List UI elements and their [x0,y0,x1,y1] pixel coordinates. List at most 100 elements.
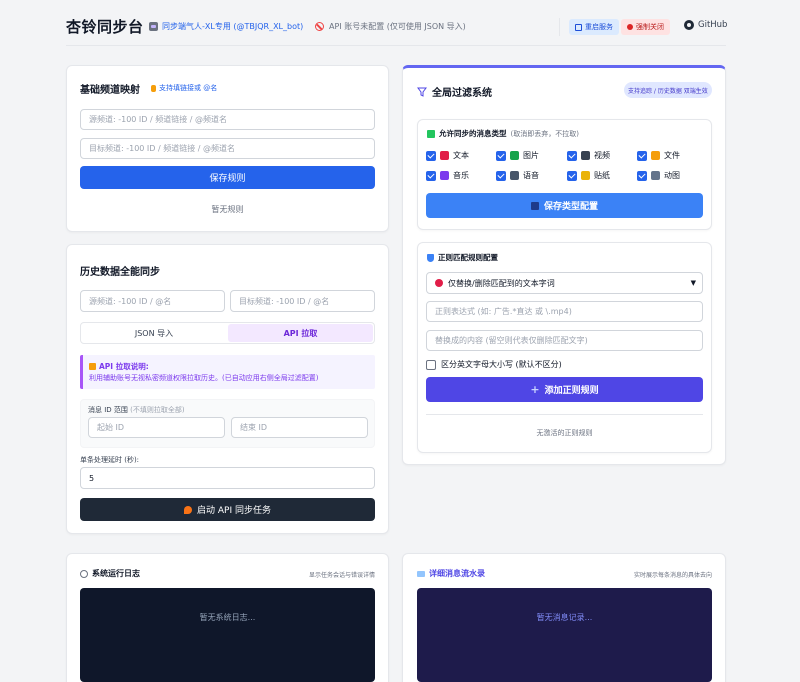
global-filter-header: 全局过滤系统 [417,84,492,99]
start-api-sync-button[interactable]: 启动 API 同步任务 [80,498,375,521]
magnifier-icon [80,569,88,578]
tab-api-pull[interactable]: API 拉取 [228,324,373,342]
ban-icon [315,22,324,31]
save-types-button[interactable]: 保存类型配置 [426,193,703,218]
system-log-console[interactable]: 暂无系统日志... [80,588,375,682]
message-flow-hint: 实时展示每条消息的具体去向 [633,572,712,579]
system-log-header: 系统运行日志 [80,568,140,579]
type-icon [651,151,660,160]
restart-service-button[interactable]: 重启服务 [569,19,619,35]
history-sync-card [66,244,389,534]
type-option-5[interactable]: 语音 [496,170,539,181]
global-filter-title: 全局过滤系统 [432,88,492,99]
case-sensitive-checkbox[interactable] [426,359,436,370]
system-log-title: 系统运行日志 [92,569,140,578]
regex-header: 正则匹配规则配置 [427,252,498,263]
bulb-icon [151,84,156,92]
regex-pattern-input[interactable]: 正则表达式 (如: 广告.*直达 或 \.mp4) [426,301,703,322]
history-source-input[interactable]: 源频道: -100 ID / @名 [80,290,225,312]
regex-mode-select[interactable]: 仅替换/删除匹配到的文本字词 ▼ [426,272,703,294]
type-icon [510,171,519,180]
source-channel-input[interactable]: 源频道: -100 ID / 频道链接 / @频道名 [80,109,375,130]
filter-icon [417,87,427,97]
add-regex-rule-label: 添加正则规则 [544,386,599,396]
message-flow-console[interactable]: 暂无消息记录... [417,588,712,682]
add-regex-rule-button[interactable]: + 添加正则规则 [426,377,703,402]
type-option-0[interactable]: 文本 [426,150,469,161]
type-option-6[interactable]: 贴纸 [567,170,610,181]
api-note-title: API 拉取说明: [89,361,149,372]
type-label: 语音 [523,171,539,180]
github-label: GitHub [698,20,728,30]
case-sensitive-toggle[interactable]: 区分英文字母大小写 (默认不区分) [426,359,562,370]
api-note-text: 利用辅助账号无视私密频道权限拉取历史。(已自动应用右侧全局过滤配置) [89,374,319,382]
app-title: 杏铃同步台 [66,18,144,36]
bot-badge[interactable]: 同步端气人-XL专用 (@TBJQR_XL_bot) [149,21,303,32]
type-checkbox[interactable] [637,170,647,181]
global-filter-badge: 支持追踪 / 历史数据 双端生效 [624,82,712,98]
start-id-input[interactable]: 起始 ID [88,417,225,438]
type-label: 视频 [594,151,610,160]
type-checkbox[interactable] [496,170,506,181]
type-option-3[interactable]: 文件 [637,150,680,161]
message-flow-header: 详细消息流水录 [417,568,485,579]
type-checkbox[interactable] [426,170,436,181]
type-checkbox[interactable] [426,150,436,161]
github-link[interactable]: GitHub [684,20,727,30]
type-label: 贴纸 [594,171,610,180]
header-separator [66,45,726,46]
key-icon [89,363,96,370]
message-flow-empty: 暂无消息记录... [536,613,593,622]
inbox-icon [417,570,425,577]
api-note-title-text: API 拉取说明: [99,362,149,371]
server-icon [575,23,582,31]
type-option-7[interactable]: 动图 [637,170,680,181]
delay-label: 单条处理延时 (秒): [80,456,140,464]
id-range-hint: (不填则拉取全部) [130,406,185,414]
regex-divider [426,414,703,415]
type-checkbox[interactable] [496,150,506,161]
target-icon [435,279,443,287]
regex-title: 正则匹配规则配置 [438,253,498,262]
type-label: 动图 [664,171,680,180]
type-checkbox[interactable] [567,170,577,181]
restart-service-label: 重启服务 [585,23,613,31]
start-api-sync-label: 启动 API 同步任务 [197,506,271,516]
force-close-button[interactable]: 强制关闭 [621,19,670,35]
channel-map-hint-text: 支持填链接或 @名 [159,84,218,92]
api-status: API 账号未配置 (仅可使用 JSON 导入) [315,21,466,32]
type-checkbox[interactable] [637,150,647,161]
api-status-label: API 账号未配置 (仅可使用 JSON 导入) [329,22,466,31]
target-channel-input[interactable]: 目标频道: -100 ID / 频道链接 / @频道名 [80,138,375,159]
type-icon [510,151,519,160]
type-option-2[interactable]: 视频 [567,150,610,161]
type-checkbox[interactable] [567,150,577,161]
chevron-down-icon: ▼ [690,279,696,287]
bot-icon [149,22,158,31]
system-log-hint: 显示任务会话与错误详情 [308,572,375,579]
type-option-4[interactable]: 音乐 [426,170,469,181]
type-option-1[interactable]: 图片 [496,150,539,161]
allowed-types-hint: (取消即丢弃，不拉取) [510,129,579,138]
github-icon [684,20,694,30]
save-rule-button[interactable]: 保存规则 [80,166,375,189]
type-icon [440,151,449,160]
floppy-icon [530,201,539,210]
replace-text-input[interactable]: 替换成的内容 (留空则代表仅删除匹配文字) [426,330,703,351]
delay-input[interactable]: 5 [80,467,375,489]
case-sensitive-label: 区分英文字母大小写 (默认不区分) [441,360,562,369]
type-label: 文本 [453,151,469,160]
header-divider [559,18,560,36]
force-close-label: 强制关闭 [636,23,664,31]
no-regex-rules-text: 无激活的正则规则 [536,429,593,437]
allowed-types-title: 允许同步的消息类型 [439,129,507,138]
type-icon [581,151,590,160]
check-box-icon [427,129,435,138]
end-id-input[interactable]: 结束 ID [231,417,368,438]
history-target-input[interactable]: 目标频道: -100 ID / @名 [230,290,375,312]
type-label: 文件 [664,151,680,160]
bot-badge-label: 同步端气人-XL专用 (@TBJQR_XL_bot) [162,22,304,31]
id-range-label: 消息 ID 范围 (不填则拉取全部) [88,405,185,415]
tab-json-import[interactable]: JSON 导入 [82,324,226,342]
system-log-empty: 暂无系统日志... [199,613,256,622]
